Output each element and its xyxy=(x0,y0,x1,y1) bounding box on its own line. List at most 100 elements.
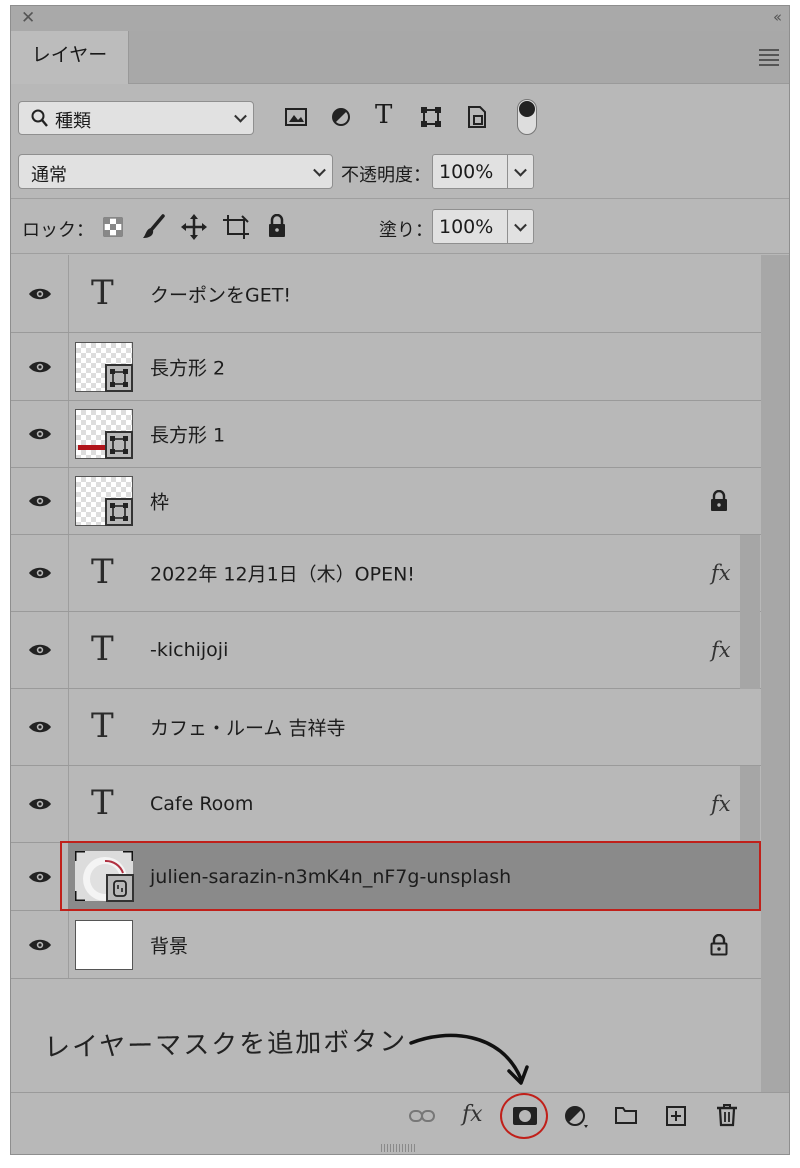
collapse-icon[interactable]: ‹‹ xyxy=(773,8,782,26)
layer-thumbnail[interactable] xyxy=(75,476,133,526)
opacity-label: 不透明度： xyxy=(341,165,431,186)
effects-expand-strip xyxy=(740,535,760,689)
visibility-column xyxy=(11,468,69,534)
lock-icon[interactable] xyxy=(710,490,728,512)
tab-layers[interactable]: レイヤー xyxy=(11,31,129,84)
image-filter-icon[interactable] xyxy=(285,107,307,127)
eye-icon[interactable] xyxy=(28,287,52,301)
layer-name: 長方形 1 xyxy=(150,424,226,447)
layer-name: 背景 xyxy=(150,935,189,957)
lock-label: ロック： xyxy=(22,220,94,241)
annotation-arrow-icon xyxy=(409,1033,529,1085)
visibility-column xyxy=(11,255,69,332)
eye-icon[interactable] xyxy=(28,797,52,811)
blend-mode-select[interactable]: 通常 xyxy=(18,154,333,189)
visibility-column xyxy=(11,689,69,765)
layers-panel: ✕ ‹‹ レイヤー 種類 T 通常 不透明度： 100% ロック： 塗り： 10… xyxy=(10,5,790,1155)
opacity-field[interactable]: 100% xyxy=(432,154,534,189)
layer-row[interactable]: 長方形 1 xyxy=(11,401,761,468)
filter-kind-label: 種類 xyxy=(55,111,91,132)
type-filter-icon[interactable]: T xyxy=(375,100,392,130)
lock-all-icon[interactable] xyxy=(267,214,287,238)
visibility-column xyxy=(11,911,69,978)
lock-artboard-icon[interactable] xyxy=(223,215,249,239)
layer-name: カフェ・ルーム 吉祥寺 xyxy=(150,717,346,740)
eye-icon[interactable] xyxy=(28,938,52,952)
link-layers-icon[interactable] xyxy=(409,1109,435,1123)
layer-name: -kichijoji xyxy=(150,639,229,661)
add-layer-style-icon[interactable]: fx xyxy=(462,1102,483,1127)
lock-icon[interactable] xyxy=(710,933,728,956)
blend-mode-value: 通常 xyxy=(31,165,67,186)
layer-row[interactable]: T 2022年 12月1日（木）OPEN! fx xyxy=(11,535,761,612)
visibility-column xyxy=(11,766,69,842)
visibility-column xyxy=(11,535,69,611)
shape-layer-icon xyxy=(105,498,133,526)
lock-transparent-pixels-icon[interactable] xyxy=(103,217,123,237)
eye-icon[interactable] xyxy=(28,360,52,374)
smart-object-filter-icon[interactable] xyxy=(467,105,487,129)
filter-toggle-icon[interactable] xyxy=(517,99,537,135)
layer-effects-icon[interactable]: fx xyxy=(711,792,731,816)
layer-thumbnail[interactable] xyxy=(75,920,133,970)
visibility-column xyxy=(11,333,69,400)
effects-expand-strip xyxy=(740,766,760,843)
eye-icon[interactable] xyxy=(28,720,52,734)
layer-name: クーポンをGET! xyxy=(150,284,291,306)
layer-row[interactable]: T -kichijoji fx xyxy=(11,612,761,689)
shape-filter-icon[interactable] xyxy=(420,106,442,128)
resize-grip[interactable] xyxy=(381,1144,417,1152)
chevron-down-icon xyxy=(234,109,247,123)
shape-layer-icon xyxy=(105,431,133,459)
eye-icon[interactable] xyxy=(28,427,52,441)
shape-layer-icon xyxy=(105,364,133,392)
close-icon[interactable]: ✕ xyxy=(21,8,35,28)
panel-title-bar: ✕ ‹‹ xyxy=(11,6,789,31)
lock-image-pixels-icon[interactable] xyxy=(142,214,166,240)
text-layer-icon: T xyxy=(91,629,114,670)
panel-footer: fx xyxy=(11,1092,789,1141)
visibility-column xyxy=(11,612,69,688)
eye-icon[interactable] xyxy=(28,870,52,884)
layer-row[interactable]: 長方形 2 xyxy=(11,333,761,401)
layer-row[interactable]: T クーポンをGET! xyxy=(11,255,761,333)
text-layer-icon: T xyxy=(91,706,114,747)
search-icon xyxy=(31,109,48,127)
eye-icon[interactable] xyxy=(28,494,52,508)
opacity-value: 100% xyxy=(439,161,494,183)
eye-icon[interactable] xyxy=(28,566,52,580)
text-layer-icon: T xyxy=(91,783,114,824)
layer-row[interactable]: 枠 xyxy=(11,468,761,535)
panel-tab-row: レイヤー xyxy=(11,31,789,84)
fill-value: 100% xyxy=(439,216,494,238)
new-layer-icon[interactable] xyxy=(665,1105,687,1127)
annotation-text: レイヤーマスクを追加ボタン xyxy=(43,1026,408,1064)
lock-position-icon[interactable] xyxy=(181,214,207,240)
eye-icon[interactable] xyxy=(28,643,52,657)
layer-effects-icon[interactable]: fx xyxy=(711,561,731,585)
adjustment-layer-icon[interactable] xyxy=(564,1105,592,1131)
layer-effects-icon[interactable]: fx xyxy=(711,638,731,662)
visibility-column xyxy=(11,401,69,467)
fill-field[interactable]: 100% xyxy=(432,209,534,244)
layer-thumbnail[interactable] xyxy=(75,409,133,459)
chevron-down-icon[interactable] xyxy=(514,218,527,232)
layer-name: Cafe Room xyxy=(150,793,254,815)
adjustment-filter-icon[interactable] xyxy=(331,107,351,127)
filter-kind-select[interactable]: 種類 xyxy=(18,101,254,135)
layer-row[interactable]: 背景 xyxy=(11,911,761,979)
layer-row[interactable]: T Cafe Room fx xyxy=(11,766,761,843)
panel-menu-icon[interactable] xyxy=(759,49,779,69)
layer-name: 枠 xyxy=(150,491,170,514)
chevron-down-icon[interactable] xyxy=(514,163,527,177)
layers-scroll-track[interactable] xyxy=(761,255,789,1092)
new-group-icon[interactable] xyxy=(614,1105,638,1125)
lock-row: ロック： 塗り： 100% xyxy=(11,198,789,254)
layer-row[interactable]: T カフェ・ルーム 吉祥寺 xyxy=(11,689,761,766)
text-layer-icon: T xyxy=(91,552,114,593)
layer-name: 長方形 2 xyxy=(150,357,226,379)
text-layer-icon: T xyxy=(91,272,114,313)
layer-thumbnail[interactable] xyxy=(75,342,133,392)
fill-label: 塗り： xyxy=(379,220,433,241)
delete-layer-icon[interactable] xyxy=(716,1103,738,1127)
